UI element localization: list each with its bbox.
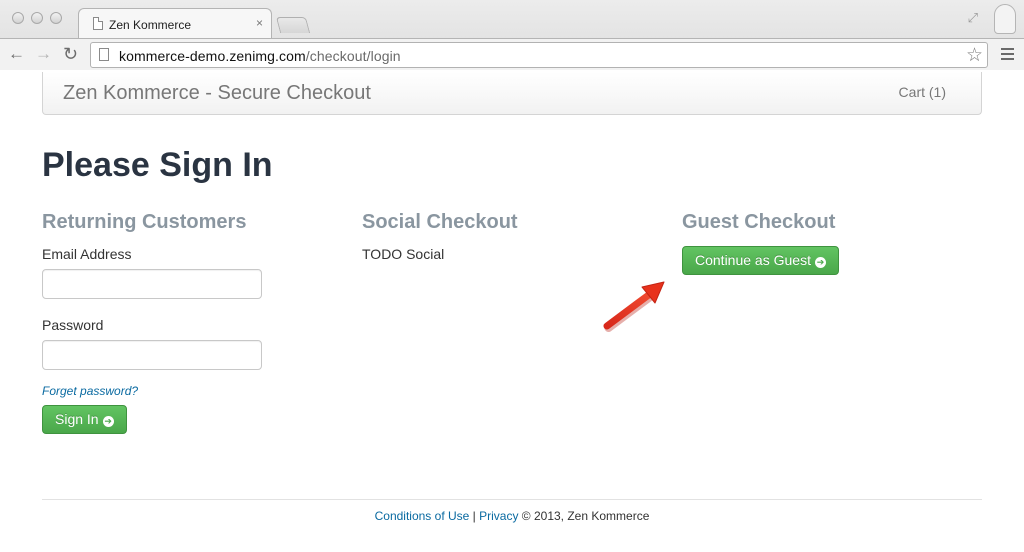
password-field[interactable] <box>42 340 262 370</box>
page-icon <box>99 48 109 61</box>
email-label: Email Address <box>42 246 132 262</box>
social-checkout-section: Social Checkout TODO Social <box>362 210 662 262</box>
site-navbar: Zen Kommerce - Secure Checkout Cart (1) <box>42 72 982 115</box>
returning-customers-heading: Returning Customers <box>42 211 247 233</box>
footer-divider <box>42 499 982 500</box>
hamburger-menu-icon[interactable] <box>1001 48 1014 63</box>
fullscreen-icon[interactable]: ⤢ <box>968 10 978 26</box>
profile-avatar-icon[interactable] <box>994 4 1016 34</box>
continue-as-guest-button[interactable]: Continue as Guest ➔ <box>682 246 839 275</box>
window-controls <box>12 12 62 24</box>
sign-in-button[interactable]: Sign In ➔ <box>42 405 127 434</box>
zoom-window-button[interactable] <box>50 12 62 24</box>
url-path: /checkout/login <box>305 48 401 64</box>
minimize-window-button[interactable] <box>31 12 43 24</box>
guest-checkout-heading: Guest Checkout <box>682 211 836 233</box>
forward-arrow-icon[interactable]: → <box>35 44 52 64</box>
returning-customers-section: Returning Customers Email Address Passwo… <box>42 210 342 434</box>
tab-close-icon[interactable]: × <box>256 16 263 30</box>
browser-toolbar: ← → ↻ kommerce-demo.zenimg.com/checkout/… <box>0 38 1024 70</box>
social-placeholder-text: TODO Social <box>362 246 445 262</box>
url-host: kommerce-demo.zenimg.com <box>119 48 306 64</box>
page-title: Please Sign In <box>42 146 273 184</box>
browser-tab[interactable]: Zen Kommerce × <box>78 8 272 38</box>
forgot-password-link[interactable]: Forget password? <box>42 384 342 398</box>
bookmark-star-icon[interactable]: ☆ <box>966 44 983 67</box>
reload-icon[interactable]: ↻ <box>63 44 78 64</box>
continue-as-guest-label: Continue as Guest <box>695 252 811 268</box>
copyright-text: © 2013, Zen Kommerce <box>518 509 650 523</box>
brand-title[interactable]: Zen Kommerce - Secure Checkout <box>63 82 371 105</box>
url-text[interactable]: kommerce-demo.zenimg.com/checkout/login <box>119 48 401 64</box>
email-field[interactable] <box>42 269 262 299</box>
footer-separator: | <box>469 509 480 523</box>
close-window-button[interactable] <box>12 12 24 24</box>
social-checkout-heading: Social Checkout <box>362 211 518 233</box>
annotation-arrow-icon <box>603 281 665 332</box>
privacy-link[interactable]: Privacy <box>479 509 518 523</box>
password-label: Password <box>42 317 104 333</box>
arrow-circle-right-icon: ➔ <box>814 257 826 268</box>
sign-in-button-label: Sign In <box>55 411 99 427</box>
back-arrow-icon[interactable]: ← <box>8 44 25 64</box>
conditions-of-use-link[interactable]: Conditions of Use <box>375 509 470 523</box>
browser-chrome: Zen Kommerce × ⤢ ← → ↻ kommerce-demo.zen… <box>0 0 1024 70</box>
page-icon <box>93 17 103 30</box>
arrow-circle-right-icon: ➔ <box>102 416 114 427</box>
cart-link[interactable]: Cart (1) <box>899 84 946 100</box>
address-bar[interactable]: kommerce-demo.zenimg.com/checkout/login … <box>90 42 988 68</box>
footer: Conditions of Use | Privacy © 2013, Zen … <box>0 509 1024 523</box>
tab-title: Zen Kommerce <box>109 18 192 32</box>
guest-checkout-section: Guest Checkout Continue as Guest ➔ <box>682 210 982 275</box>
new-tab-button[interactable] <box>275 17 311 33</box>
